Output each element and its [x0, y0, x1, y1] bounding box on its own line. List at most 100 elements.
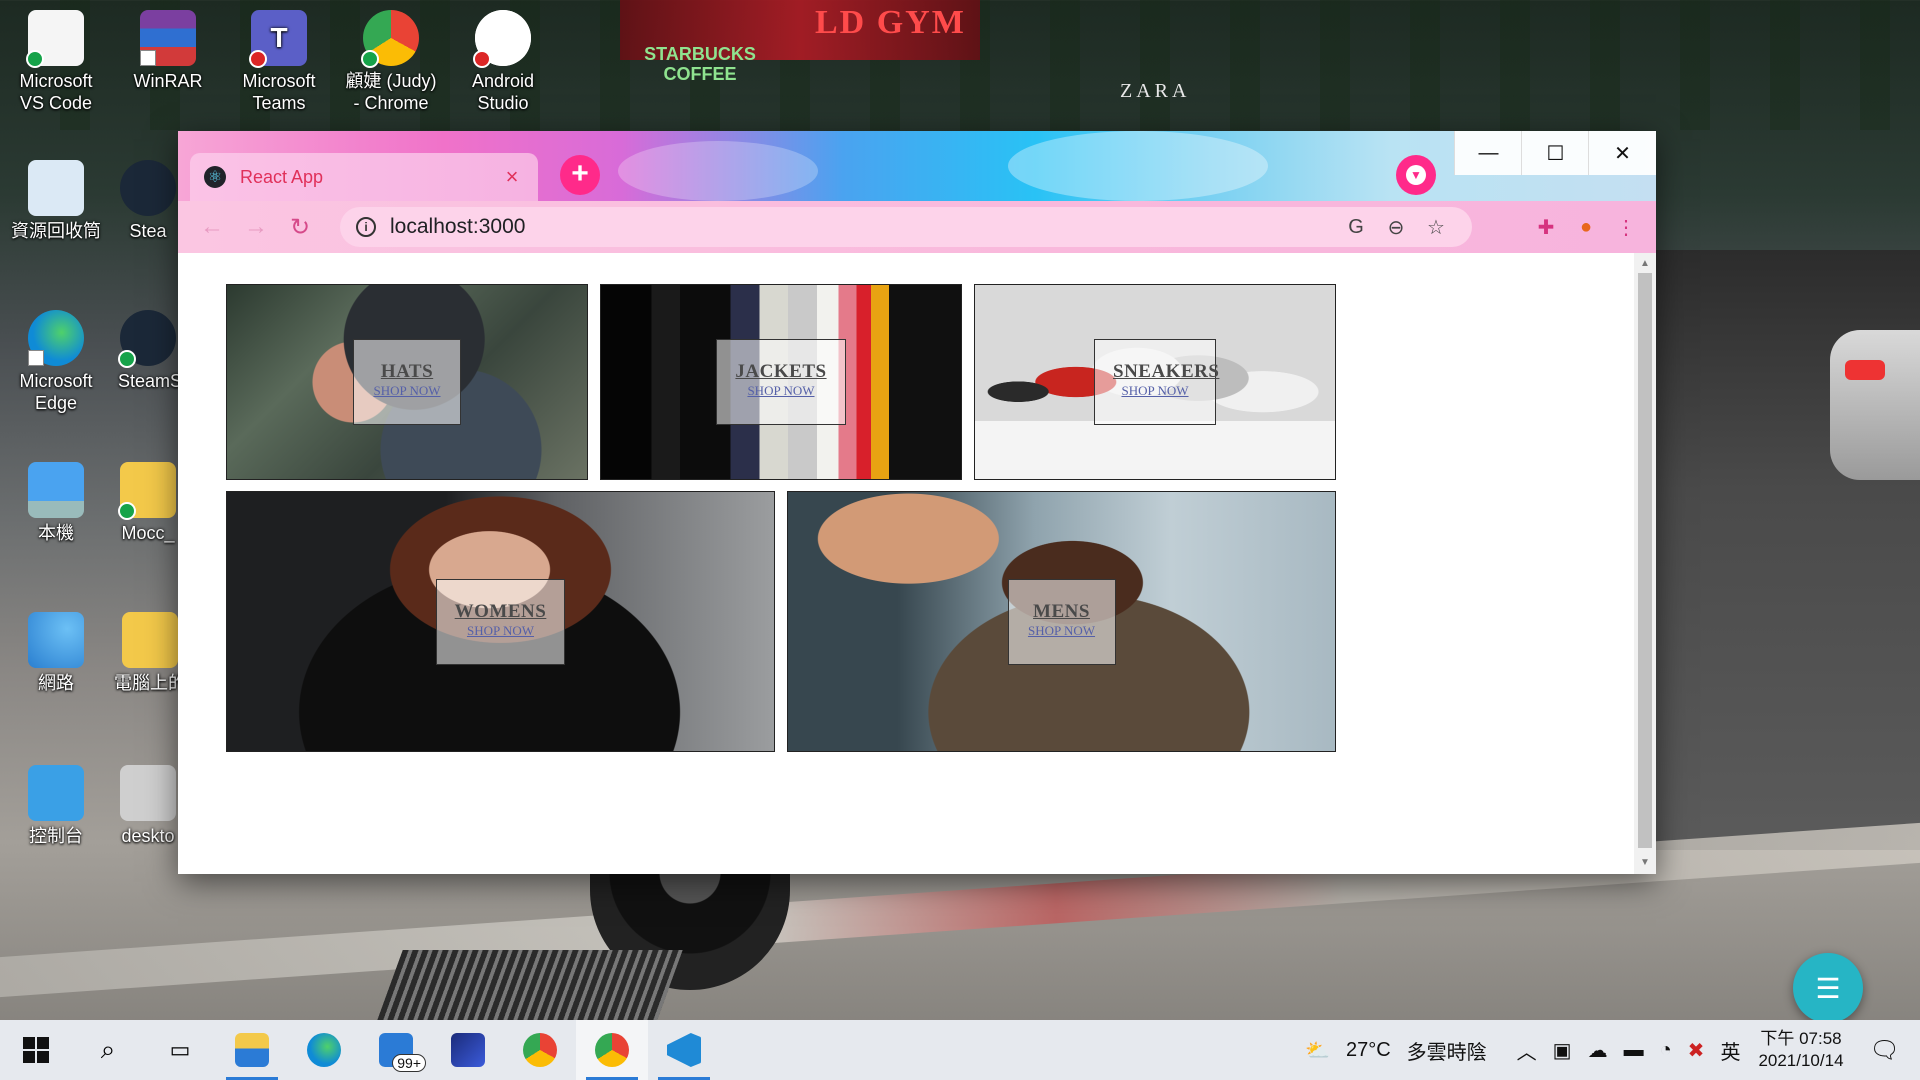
meet-now-icon[interactable]: ▣	[1553, 1038, 1572, 1063]
wallpaper-zara-text: ZARA	[1120, 80, 1191, 102]
wifi-icon[interactable]: ◔	[1660, 1039, 1672, 1062]
shop-now-link[interactable]: SHOP NOW	[1027, 623, 1097, 639]
desktop-icon-android-studio[interactable]: Android Studio	[453, 10, 553, 114]
task-view-button[interactable]: ▭	[144, 1020, 216, 1080]
taskbar-app[interactable]	[432, 1020, 504, 1080]
desktop-icon-label: 顧婕 (Judy) - Chrome	[345, 71, 437, 113]
floating-settings-button[interactable]: ☰	[1793, 953, 1863, 1023]
desktop-icon-mocc[interactable]: Mocc_	[118, 462, 178, 544]
category-title[interactable]: SNEAKERS	[1113, 361, 1219, 383]
back-button[interactable]: ←	[190, 207, 234, 247]
category-tile-womens[interactable]: WOMENS SHOP NOW	[226, 491, 775, 752]
category-content: MENS SHOP NOW	[1007, 578, 1116, 665]
ime-indicator[interactable]: 英	[1720, 1036, 1740, 1065]
bookmark-star-icon[interactable]: ☆	[1416, 207, 1456, 247]
scroll-up-icon[interactable]: ▲	[1638, 257, 1652, 271]
taskbar-vscode[interactable]	[648, 1020, 720, 1080]
tab-search-button[interactable]: ▼	[1396, 155, 1436, 195]
new-tab-button[interactable]: +	[560, 155, 600, 195]
shop-now-link[interactable]: SHOP NOW	[1113, 383, 1197, 399]
clock-date: 2021/10/14	[1758, 1051, 1844, 1070]
theme-decoration	[1008, 131, 1268, 201]
folder-icon	[235, 1033, 269, 1067]
menu-icon[interactable]: ⋮	[1606, 207, 1646, 247]
site-info-icon[interactable]: i	[356, 217, 376, 237]
reload-button[interactable]: ↻	[278, 207, 322, 247]
tab-react-app[interactable]: ⚛ React App ×	[190, 153, 538, 201]
desktop-icon-teams[interactable]: T Microsoft Teams	[229, 10, 329, 114]
taskbar-chrome[interactable]	[504, 1020, 576, 1080]
search-button[interactable]: ⌕	[72, 1020, 144, 1080]
desktop-icon-label: WinRAR	[133, 71, 203, 91]
maximize-button[interactable]: ☐	[1521, 131, 1589, 175]
desktop-icon-vscode[interactable]: Microsoft VS Code	[6, 10, 106, 114]
taskbar: ⌕ ▭ 99+ ⛅ 27°C 多雲時陰 ︿ ▣ ☁ ▬ ◔ ✖ 英 下午 07:…	[0, 1020, 1920, 1080]
desktop-icon-this-pc[interactable]: 本機	[6, 462, 106, 544]
weather-icon[interactable]: ⛅	[1305, 1038, 1330, 1063]
wallpaper-starbucks-text: STARBUCKS COFFEE	[644, 44, 756, 84]
desktop-icon-label: deskto	[121, 826, 175, 846]
start-button[interactable]	[0, 1020, 72, 1080]
extensions-icon[interactable]: ✚	[1526, 207, 1566, 247]
category-title[interactable]: WOMENS	[455, 601, 547, 623]
browser-window: ⚛ React App × + ▼ — ☐ ✕ ← → ↻ i localhos…	[178, 131, 1656, 874]
shop-now-link[interactable]: SHOP NOW	[372, 383, 442, 399]
shop-now-link[interactable]: SHOP NOW	[455, 623, 547, 639]
scroll-down-icon[interactable]: ▼	[1638, 856, 1652, 870]
tab-title: React App	[240, 166, 324, 187]
category-title[interactable]: JACKETS	[735, 361, 826, 383]
desktop-icon-label: 資源回收筒	[11, 221, 101, 241]
weather-temp[interactable]: 27°C	[1346, 1039, 1391, 1062]
address-bar[interactable]: i localhost:3000 G ⊖ ☆	[340, 207, 1472, 247]
taskbar-mail[interactable]: 99+	[360, 1020, 432, 1080]
desktop-icon-network[interactable]: 網路	[6, 612, 106, 694]
taskbar-edge[interactable]	[288, 1020, 360, 1080]
vscode-icon	[667, 1033, 701, 1067]
page-scrollbar[interactable]: ▲ ▼	[1634, 253, 1656, 874]
close-window-button[interactable]: ✕	[1588, 131, 1656, 175]
desktop-icon-chrome-judy[interactable]: 顧婕 (Judy) - Chrome	[341, 10, 441, 114]
desktop-icon-control-panel[interactable]: 控制台	[6, 765, 106, 847]
translate-icon[interactable]: G	[1336, 207, 1376, 247]
zoom-icon[interactable]: ⊖	[1376, 207, 1416, 247]
desktop-icon-steam[interactable]: Stea	[118, 160, 178, 242]
clock-time: 下午 07:58	[1760, 1029, 1842, 1048]
onedrive-icon[interactable]: ☁	[1588, 1038, 1608, 1063]
chevron-up-icon[interactable]: ︿	[1517, 1036, 1537, 1065]
category-tile-sneakers[interactable]: SNEAKERS SHOP NOW	[974, 284, 1336, 480]
recycle-bin-icon	[28, 160, 84, 216]
system-tray: ⛅ 27°C 多雲時陰 ︿ ▣ ☁ ▬ ◔ ✖ 英 下午 07:58 2021/…	[1297, 1020, 1920, 1080]
taskbar-chrome-profile[interactable]	[576, 1020, 648, 1080]
desktop-icon-winrar[interactable]: WinRAR	[118, 10, 218, 92]
minimize-button[interactable]: —	[1454, 131, 1522, 175]
battery-icon[interactable]: ▬	[1624, 1039, 1644, 1062]
notifications-icon[interactable]: 🗨	[1870, 1036, 1900, 1065]
shortcut-arrow-icon	[28, 350, 44, 366]
clock[interactable]: 下午 07:58 2021/10/14	[1758, 1028, 1843, 1072]
desktop-icon-recycle-bin[interactable]: 資源回收筒	[6, 160, 106, 242]
taskbar-file-explorer[interactable]	[216, 1020, 288, 1080]
address-url[interactable]: localhost:3000	[390, 215, 1336, 239]
desktop-icon-edge[interactable]: Microsoft Edge	[6, 310, 106, 414]
tab-close-icon[interactable]: ×	[500, 164, 524, 190]
desktop-icon-label: Microsoft VS Code	[19, 71, 93, 113]
toolbar-actions: ✚ ● ⋮	[1526, 207, 1646, 247]
browser-titlebar[interactable]: ⚛ React App × + ▼ — ☐ ✕	[178, 131, 1656, 201]
scrollbar-thumb[interactable]	[1638, 273, 1652, 848]
category-tile-hats[interactable]: HATS SHOP NOW	[226, 284, 588, 480]
category-tile-jackets[interactable]: JACKETS SHOP NOW	[600, 284, 962, 480]
security-alert-icon[interactable]: ✖	[1688, 1038, 1705, 1063]
desktop-icon-desktop-ini[interactable]: deskto	[118, 765, 178, 847]
shop-now-link[interactable]: SHOP NOW	[735, 383, 826, 399]
category-title[interactable]: HATS	[372, 361, 442, 383]
category-title[interactable]: MENS	[1027, 601, 1097, 623]
desktop-icon-steams[interactable]: SteamS	[118, 310, 183, 392]
forward-button[interactable]: →	[234, 207, 278, 247]
chevron-down-icon: ▼	[1406, 165, 1426, 185]
profile-avatar-icon[interactable]: ●	[1566, 207, 1606, 247]
category-tile-mens[interactable]: MENS SHOP NOW	[787, 491, 1336, 752]
weather-desc[interactable]: 多雲時陰	[1407, 1036, 1487, 1065]
desktop-icon-label: SteamS	[118, 371, 183, 391]
computer-icon	[28, 462, 84, 518]
search-icon: ⌕	[100, 1034, 116, 1064]
